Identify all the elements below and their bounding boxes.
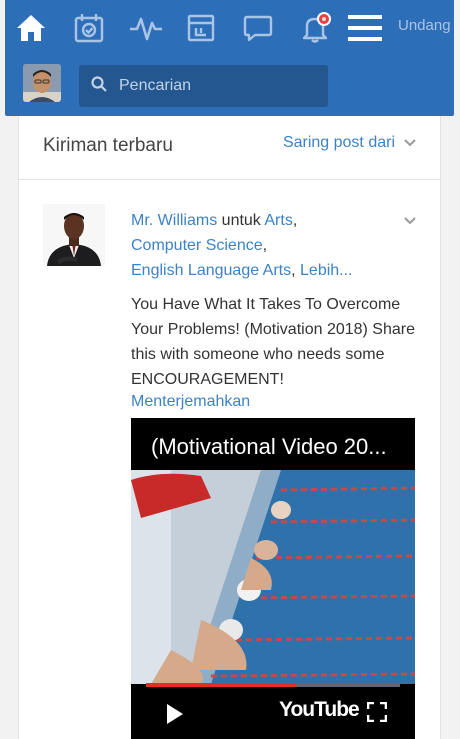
feed-header: Kiriman terbaru Saring post dari xyxy=(19,116,440,180)
youtube-video-embed[interactable]: (Motivational Video 20... YouTube xyxy=(131,418,415,739)
current-user-avatar[interactable] xyxy=(23,64,61,102)
chevron-down-icon xyxy=(404,134,416,152)
nav-icon-row: Undang xyxy=(5,0,454,58)
notification-badge xyxy=(317,12,331,26)
feed-card: Kiriman terbaru Saring post dari Mr. Wil… xyxy=(18,116,441,739)
video-controls: YouTube xyxy=(131,688,415,739)
group-link-english-language-arts[interactable]: English Language Arts xyxy=(131,262,291,279)
video-progress-bar[interactable] xyxy=(146,683,400,687)
post-options-chevron-icon[interactable] xyxy=(404,212,416,230)
video-progress-fill xyxy=(146,683,296,687)
menu-icon[interactable] xyxy=(347,10,383,46)
planner-icon[interactable] xyxy=(71,10,107,46)
group-link-computer-science[interactable]: Computer Science xyxy=(131,237,263,254)
notifications-icon[interactable] xyxy=(297,10,333,46)
post-connector: untuk xyxy=(217,212,265,229)
invite-link[interactable]: Undang xyxy=(398,17,451,34)
video-title: (Motivational Video 20... xyxy=(151,434,387,459)
post-filter-dropdown[interactable]: Saring post dari xyxy=(283,134,416,152)
youtube-logo[interactable]: YouTube xyxy=(279,698,360,722)
search-icon xyxy=(91,75,107,97)
home-icon[interactable] xyxy=(13,10,49,46)
search-input[interactable] xyxy=(119,77,319,95)
play-icon[interactable] xyxy=(167,704,183,729)
feed-title: Kiriman terbaru xyxy=(43,135,173,156)
post-text: You Have What It Takes To Overcome Your … xyxy=(131,296,415,388)
video-thumbnail[interactable] xyxy=(131,470,415,684)
post-meta: Mr. Williams untuk Arts, Computer Scienc… xyxy=(131,212,353,279)
messages-icon[interactable] xyxy=(240,10,276,46)
author-link[interactable]: Mr. Williams xyxy=(131,212,217,229)
activity-icon[interactable] xyxy=(128,10,164,46)
top-navigation-bar: Undang xyxy=(5,0,454,116)
fullscreen-icon[interactable] xyxy=(366,701,388,727)
post-filter-label: Saring post dari xyxy=(282,134,395,151)
group-link-arts[interactable]: Arts xyxy=(264,212,292,229)
author-avatar[interactable] xyxy=(43,204,105,266)
backpack-icon[interactable] xyxy=(183,10,219,46)
more-groups-link[interactable]: Lebih... xyxy=(300,262,352,279)
translate-link[interactable]: Menterjemahkan xyxy=(131,393,250,411)
search-box[interactable] xyxy=(79,65,328,107)
